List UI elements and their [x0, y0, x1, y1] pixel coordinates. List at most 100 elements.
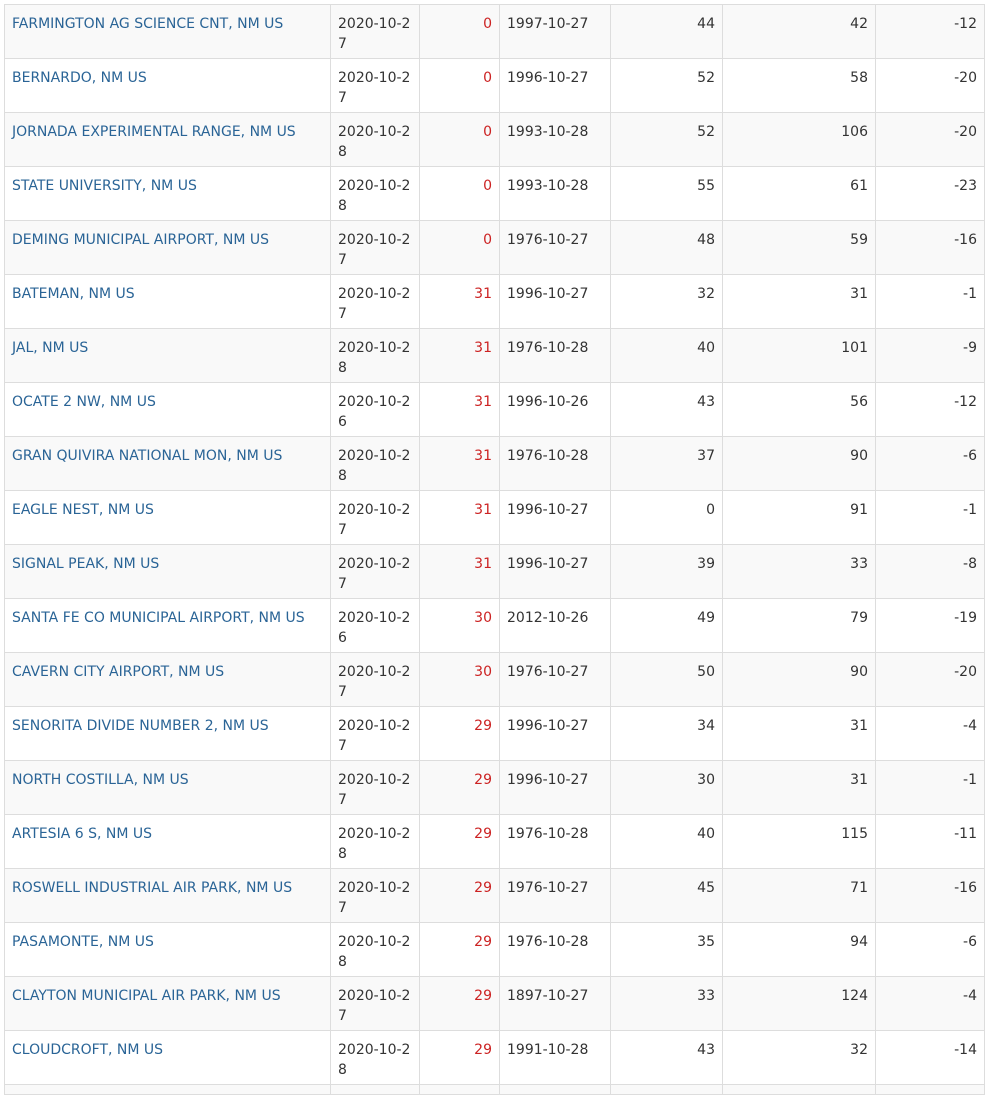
station-link[interactable]: SIGNAL PEAK, NM US: [12, 556, 159, 572]
partial-cell: [419, 1084, 500, 1095]
number-cell-3: -8: [875, 544, 985, 599]
table-row: SANTA FE CO MUNICIPAL AIRPORT, NM US 202…: [4, 598, 985, 653]
station-cell: BERNARDO, NM US: [4, 58, 331, 113]
value-cell: 29: [419, 976, 500, 1031]
value-cell: 31: [419, 544, 500, 599]
number-cell-1: 30: [610, 760, 723, 815]
number-cell-3: -11: [875, 814, 985, 869]
table-row: CLAYTON MUNICIPAL AIR PARK, NM US 2020-1…: [4, 976, 985, 1031]
date-cell: 2020-10-28: [330, 922, 420, 977]
table-row: EAGLE NEST, NM US 2020-10-27 31 1996-10-…: [4, 490, 985, 545]
number-cell-1: 50: [610, 652, 723, 707]
station-link[interactable]: ROSWELL INDUSTRIAL AIR PARK, NM US: [12, 880, 292, 896]
number-cell-2: 32: [722, 1030, 876, 1085]
number-cell-3: -12: [875, 382, 985, 437]
station-cell: JAL, NM US: [4, 328, 331, 383]
partial-cell: [4, 1084, 331, 1095]
station-link[interactable]: JORNADA EXPERIMENTAL RANGE, NM US: [12, 124, 296, 140]
station-link[interactable]: BATEMAN, NM US: [12, 286, 135, 302]
date-cell: 2020-10-27: [330, 868, 420, 923]
number-cell-3: -4: [875, 706, 985, 761]
record-date-cell: 1996-10-27: [499, 490, 611, 545]
number-cell-3: -20: [875, 652, 985, 707]
number-cell-2: 58: [722, 58, 876, 113]
station-link[interactable]: CLOUDCROFT, NM US: [12, 1042, 163, 1058]
record-date-cell: 1991-10-28: [499, 1030, 611, 1085]
station-cell: CLAYTON MUNICIPAL AIR PARK, NM US: [4, 976, 331, 1031]
station-link[interactable]: ARTESIA 6 S, NM US: [12, 826, 152, 842]
number-cell-3: -20: [875, 58, 985, 113]
table-row: BERNARDO, NM US 2020-10-27 0 1996-10-27 …: [4, 58, 985, 113]
station-link[interactable]: BERNARDO, NM US: [12, 70, 147, 86]
number-cell-2: 61: [722, 166, 876, 221]
date-cell: 2020-10-28: [330, 328, 420, 383]
table-row: OCATE 2 NW, NM US 2020-10-26 31 1996-10-…: [4, 382, 985, 437]
station-link[interactable]: CLAYTON MUNICIPAL AIR PARK, NM US: [12, 988, 281, 1004]
partial-cell: [610, 1084, 723, 1095]
date-cell: 2020-10-27: [330, 58, 420, 113]
station-link[interactable]: PASAMONTE, NM US: [12, 934, 154, 950]
number-cell-2: 115: [722, 814, 876, 869]
number-cell-3: -9: [875, 328, 985, 383]
station-cell: SANTA FE CO MUNICIPAL AIRPORT, NM US: [4, 598, 331, 653]
station-link[interactable]: CAVERN CITY AIRPORT, NM US: [12, 664, 224, 680]
records-table: FARMINGTON AG SCIENCE CNT, NM US 2020-10…: [4, 4, 985, 1095]
number-cell-3: -12: [875, 4, 985, 59]
number-cell-2: 124: [722, 976, 876, 1031]
station-cell: SIGNAL PEAK, NM US: [4, 544, 331, 599]
value-cell: 0: [419, 112, 500, 167]
value-cell: 0: [419, 220, 500, 275]
value-cell: 31: [419, 382, 500, 437]
station-cell: ROSWELL INDUSTRIAL AIR PARK, NM US: [4, 868, 331, 923]
date-cell: 2020-10-26: [330, 598, 420, 653]
records-table-body: FARMINGTON AG SCIENCE CNT, NM US 2020-10…: [4, 4, 985, 1095]
value-cell: 29: [419, 814, 500, 869]
records-table-container: FARMINGTON AG SCIENCE CNT, NM US 2020-10…: [4, 4, 985, 1095]
station-cell: PASAMONTE, NM US: [4, 922, 331, 977]
number-cell-1: 0: [610, 490, 723, 545]
record-date-cell: 1976-10-27: [499, 868, 611, 923]
number-cell-3: -23: [875, 166, 985, 221]
record-date-cell: 1996-10-26: [499, 382, 611, 437]
station-cell: DEMING MUNICIPAL AIRPORT, NM US: [4, 220, 331, 275]
station-link[interactable]: DEMING MUNICIPAL AIRPORT, NM US: [12, 232, 269, 248]
value-cell: 31: [419, 436, 500, 491]
table-row: ROSWELL INDUSTRIAL AIR PARK, NM US 2020-…: [4, 868, 985, 923]
record-date-cell: 1897-10-27: [499, 976, 611, 1031]
number-cell-1: 39: [610, 544, 723, 599]
date-cell: 2020-10-27: [330, 544, 420, 599]
date-cell: 2020-10-27: [330, 976, 420, 1031]
table-row: SIGNAL PEAK, NM US 2020-10-27 31 1996-10…: [4, 544, 985, 599]
value-cell: 0: [419, 166, 500, 221]
station-link[interactable]: STATE UNIVERSITY, NM US: [12, 178, 197, 194]
station-link[interactable]: EAGLE NEST, NM US: [12, 502, 154, 518]
number-cell-3: -16: [875, 868, 985, 923]
date-cell: 2020-10-27: [330, 760, 420, 815]
table-row: GRAN QUIVIRA NATIONAL MON, NM US 2020-10…: [4, 436, 985, 491]
number-cell-3: -14: [875, 1030, 985, 1085]
record-date-cell: 1976-10-27: [499, 220, 611, 275]
station-cell: JORNADA EXPERIMENTAL RANGE, NM US: [4, 112, 331, 167]
station-link[interactable]: JAL, NM US: [12, 340, 88, 356]
station-link[interactable]: GRAN QUIVIRA NATIONAL MON, NM US: [12, 448, 282, 464]
station-link[interactable]: NORTH COSTILLA, NM US: [12, 772, 189, 788]
table-row: JAL, NM US 2020-10-28 31 1976-10-28 40 1…: [4, 328, 985, 383]
station-cell: CLOUDCROFT, NM US: [4, 1030, 331, 1085]
station-link[interactable]: SENORITA DIVIDE NUMBER 2, NM US: [12, 718, 269, 734]
station-link[interactable]: SANTA FE CO MUNICIPAL AIRPORT, NM US: [12, 610, 305, 626]
record-date-cell: 1996-10-27: [499, 544, 611, 599]
table-row: FARMINGTON AG SCIENCE CNT, NM US 2020-10…: [4, 4, 985, 59]
station-cell: FARMINGTON AG SCIENCE CNT, NM US: [4, 4, 331, 59]
value-cell: 29: [419, 706, 500, 761]
date-cell: 2020-10-26: [330, 382, 420, 437]
partial-cell: [722, 1084, 876, 1095]
date-cell: 2020-10-27: [330, 4, 420, 59]
number-cell-3: -1: [875, 760, 985, 815]
station-cell: BATEMAN, NM US: [4, 274, 331, 329]
station-link[interactable]: OCATE 2 NW, NM US: [12, 394, 156, 410]
number-cell-1: 35: [610, 922, 723, 977]
value-cell: 30: [419, 598, 500, 653]
table-row: JORNADA EXPERIMENTAL RANGE, NM US 2020-1…: [4, 112, 985, 167]
station-link[interactable]: FARMINGTON AG SCIENCE CNT, NM US: [12, 16, 283, 32]
table-row: ARTESIA 6 S, NM US 2020-10-28 29 1976-10…: [4, 814, 985, 869]
